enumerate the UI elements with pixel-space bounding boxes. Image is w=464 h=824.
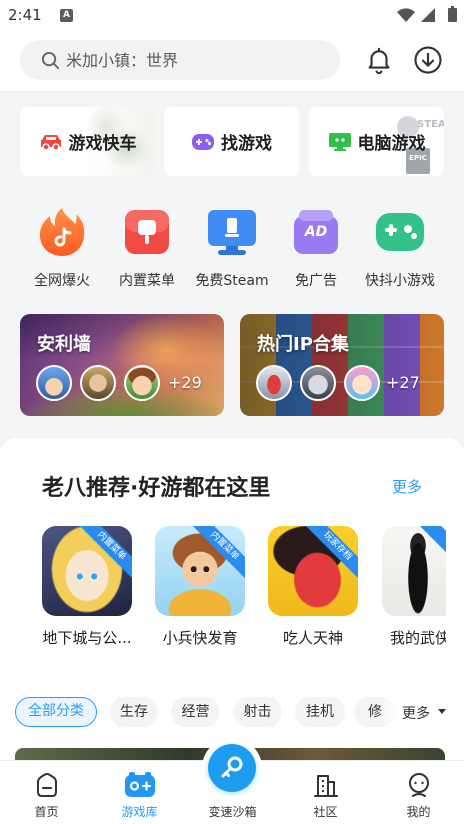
- avatar: [80, 365, 116, 401]
- feature-label: 快抖小游戏: [365, 273, 435, 289]
- nav-item-game-library[interactable]: 游戏库: [93, 761, 186, 824]
- profile-icon: [372, 771, 464, 799]
- avatar: [256, 365, 292, 401]
- game-name[interactable]: 小兵快发育: [147, 627, 253, 648]
- game-library-icon: [93, 771, 186, 799]
- more-link[interactable]: 更多: [392, 476, 422, 497]
- download-icon[interactable]: [413, 45, 443, 75]
- feature-label: 免费Steam: [195, 273, 269, 289]
- caret-down-icon[interactable]: [438, 709, 446, 714]
- gamepad-icon: [374, 206, 426, 258]
- feature-trending[interactable]: 全网爆火: [20, 206, 104, 290]
- game-name[interactable]: 我的武侠: [382, 627, 446, 648]
- monitor-icon: [328, 132, 352, 152]
- feature-mini-games[interactable]: 快抖小游戏: [358, 206, 442, 290]
- category-chip[interactable]: 生存: [110, 697, 158, 727]
- nav-label: 社区: [313, 805, 338, 819]
- feature-label: 免广告: [295, 273, 337, 289]
- game-badge: [415, 526, 446, 583]
- game-icon[interactable]: 玩家存档: [268, 526, 358, 616]
- category-chip[interactable]: 射击: [233, 697, 282, 727]
- feature-no-ads[interactable]: AD 免广告: [274, 206, 358, 290]
- nav-label: 游戏库: [121, 805, 158, 819]
- speed-sandbox-button[interactable]: [208, 744, 256, 792]
- quick-card-label: 找游戏: [221, 134, 272, 154]
- game-icon[interactable]: 内置菜单: [42, 526, 132, 616]
- game-badge: 玩家存档: [301, 526, 358, 583]
- nav-label: 我的: [406, 805, 431, 819]
- nav-label: 首页: [34, 805, 59, 819]
- feature-label: 全网爆火: [34, 273, 90, 289]
- community-icon: [279, 771, 372, 799]
- game-name[interactable]: 吃人天神: [260, 627, 366, 648]
- game-badge: 内置菜单: [188, 526, 245, 583]
- gamepad-icon: [191, 132, 215, 152]
- quick-card-find-game[interactable]: 找游戏: [164, 107, 299, 176]
- nav-item-home[interactable]: 首页: [0, 761, 93, 824]
- feature-free-steam[interactable]: 免费Steam: [190, 206, 274, 290]
- nav-item-profile[interactable]: 我的: [372, 761, 464, 824]
- banner-recommend-wall[interactable]: 安利墙 +29: [20, 314, 224, 416]
- banner-more-count: +27: [386, 373, 420, 392]
- search-input[interactable]: [20, 40, 340, 80]
- quick-card-game-express[interactable]: 游戏快车: [20, 107, 155, 176]
- home-icon: [0, 771, 93, 799]
- notification-icon: A: [60, 9, 73, 22]
- signal-icon: [421, 8, 435, 22]
- avatar: [124, 365, 160, 401]
- avatar: [344, 365, 380, 401]
- quick-card-label: 游戏快车: [68, 134, 137, 154]
- avatar: [36, 365, 72, 401]
- quick-card-label: 电脑游戏: [357, 134, 426, 154]
- game-badge: 内置菜单: [75, 526, 132, 583]
- nav-label: 变速沙箱: [208, 805, 257, 819]
- flame-icon: [36, 206, 88, 258]
- quick-card-pc-games[interactable]: STEAM EPIC 电脑游戏: [309, 107, 444, 176]
- bell-icon[interactable]: [364, 45, 394, 75]
- feature-label: 内置菜单: [119, 273, 175, 289]
- banner-title: 安利墙: [37, 334, 91, 355]
- category-more-button[interactable]: 更多: [402, 703, 430, 723]
- banner-title: 热门IP合集: [257, 334, 349, 355]
- category-chip-all[interactable]: 全部分类: [15, 697, 97, 727]
- search-icon: [41, 51, 60, 70]
- key-icon: [217, 753, 247, 783]
- game-list: 内置菜单 地下城与公... 内置菜单 小兵快发育 玩家存档 吃人天神 我的武侠: [0, 520, 446, 660]
- menu-icon: [121, 206, 173, 258]
- game-icon[interactable]: [382, 526, 446, 616]
- chip-fade-overlay: [380, 695, 400, 729]
- no-ads-icon: AD: [290, 206, 342, 258]
- banner-more-count: +29: [168, 373, 202, 392]
- banner-hot-ip-collection[interactable]: 热门IP合集 +27: [240, 314, 444, 416]
- wifi-icon: [397, 8, 415, 22]
- game-icon[interactable]: 内置菜单: [155, 526, 245, 616]
- game-name[interactable]: 地下城与公...: [34, 627, 140, 648]
- section-title: 老八推荐·好游都在这里: [42, 476, 271, 501]
- category-chip[interactable]: 挂机: [295, 697, 345, 727]
- status-time: 2:41: [8, 6, 42, 24]
- no-ads-icon-text: AD: [304, 224, 328, 240]
- nav-item-community[interactable]: 社区: [279, 761, 372, 824]
- car-icon: [39, 132, 63, 152]
- battery-icon: [448, 6, 457, 22]
- avatar: [300, 365, 336, 401]
- feature-built-in-menu[interactable]: 内置菜单: [105, 206, 189, 290]
- category-chip[interactable]: 经营: [171, 697, 220, 727]
- monitor-icon: [206, 206, 258, 258]
